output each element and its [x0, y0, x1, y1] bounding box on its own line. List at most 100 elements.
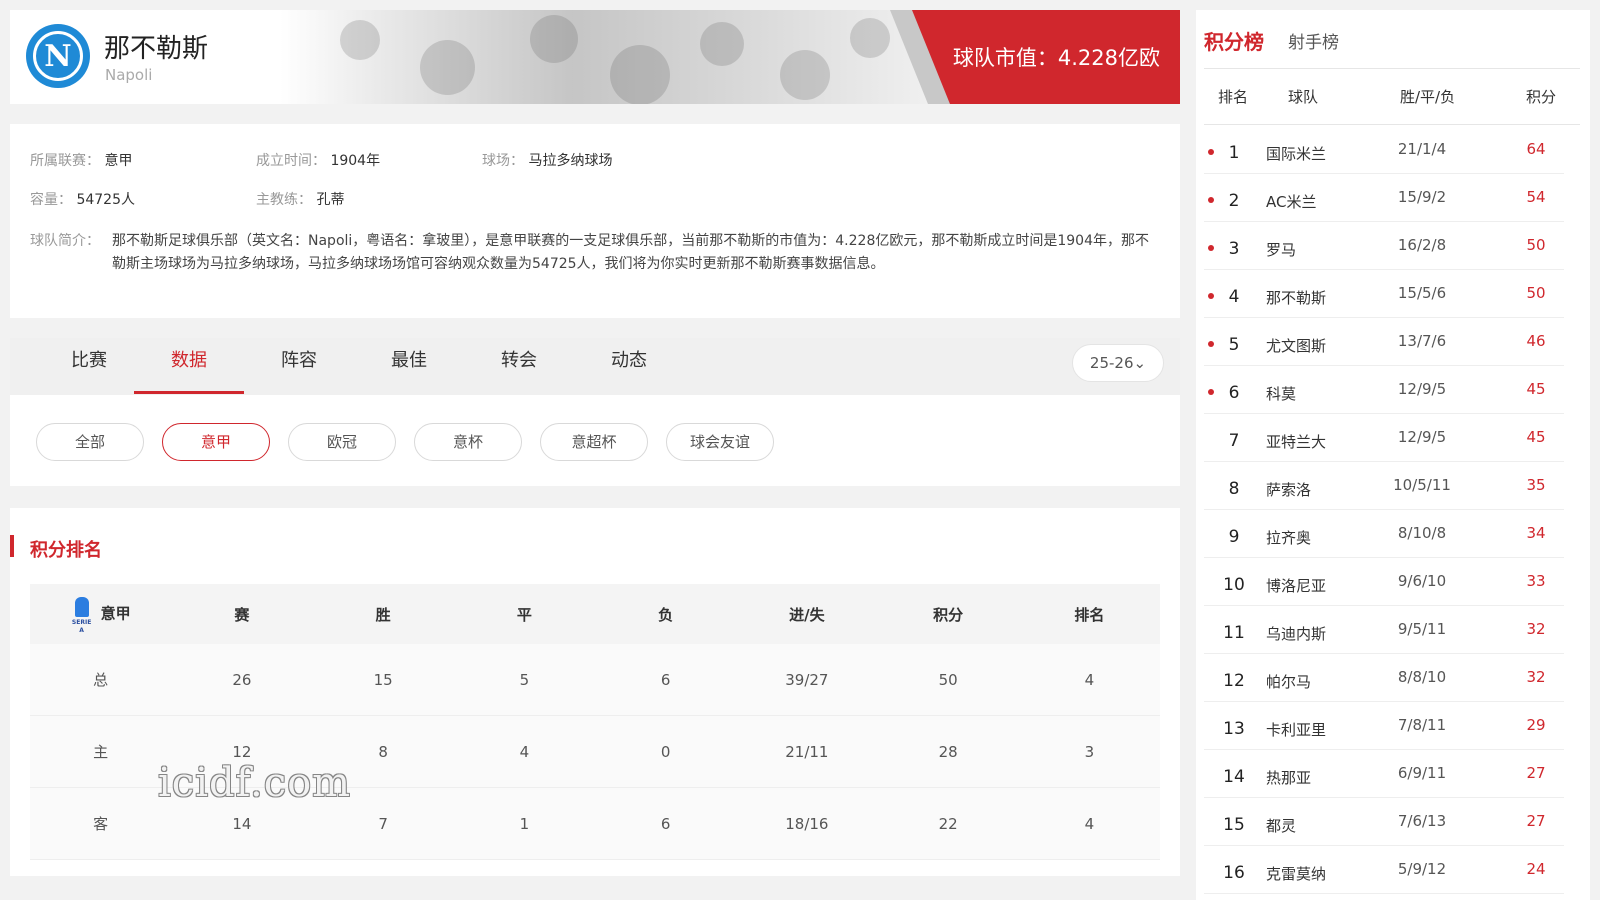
standings-wdl: 21/1/4: [1397, 140, 1447, 158]
table-row: 总 26 15 5 6 39/27 50 4: [30, 644, 1160, 716]
header-points: 积分: [933, 605, 964, 624]
table-cell: 8: [378, 742, 388, 761]
stadium-info: 球场： 马拉多纳球场: [482, 150, 612, 170]
standings-points: 33: [1526, 572, 1546, 590]
standings-points: 50: [1526, 236, 1546, 254]
tab-data[interactable]: 数据: [134, 338, 244, 395]
standings-team: 亚特兰大: [1266, 433, 1327, 451]
team-name: 那不勒斯: [104, 34, 209, 64]
standings-header-points: 积分: [1526, 88, 1557, 106]
standings-row[interactable]: 8 萨索洛 10/5/11 35: [1204, 462, 1564, 510]
header-league: 意甲: [100, 604, 131, 623]
standings-team: AC米兰: [1266, 193, 1317, 211]
league-standings-panel: 积分榜 射手榜 排名 球队 胜/平/负 积分 1 国际米兰 21/1/4 64 2 AC米…: [1196, 10, 1590, 900]
filter-ucl[interactable]: 欧冠: [288, 423, 396, 461]
stadium-label: 球场：: [482, 153, 524, 169]
table-cell: 0: [660, 742, 671, 761]
qualification-dot-icon: [1208, 389, 1214, 395]
header-losses: 负: [658, 605, 674, 624]
crowd-background-image: [280, 10, 930, 104]
standings-team: 帕尔马: [1266, 673, 1312, 691]
header-played: 赛: [234, 605, 250, 624]
standings-team: 国际米兰: [1266, 145, 1327, 163]
serie-a-logo-icon: SERIE A: [71, 597, 93, 634]
standings-row[interactable]: 9 拉齐奥 8/10/8 34: [1204, 510, 1564, 558]
tab-best[interactable]: 最佳: [354, 338, 464, 395]
standings-row[interactable]: 15 都灵 7/6/13 27: [1204, 798, 1564, 846]
standings-rank: 1: [1228, 143, 1240, 163]
qualification-dot-icon: [1208, 197, 1214, 203]
standings-team: 热那亚: [1266, 769, 1312, 787]
standings-wdl: 5/9/12: [1397, 860, 1447, 878]
coach-value: 孔蒂: [316, 192, 345, 208]
standings-row[interactable]: 10 博洛尼亚 9/6/10 33: [1204, 558, 1564, 606]
filter-supercoppa[interactable]: 意超杯: [540, 423, 648, 461]
standings-team: 那不勒斯: [1266, 289, 1327, 307]
standings-rank: 7: [1228, 431, 1240, 451]
tab-transfers[interactable]: 转会: [464, 338, 574, 395]
standings-rank: 9: [1228, 527, 1240, 547]
tab-squad[interactable]: 阵容: [244, 338, 354, 395]
coach-label: 主教练：: [256, 192, 312, 208]
standings-wdl: 16/2/8: [1397, 236, 1447, 254]
main-tab-bar: 比赛 数据 阵容 最佳 转会 动态 25-26⌄: [10, 338, 1180, 395]
standings-row[interactable]: 13 卡利亚里 7/8/11 29: [1204, 702, 1564, 750]
ranking-table-header: SERIE A 意甲 赛 胜 平 负 进/失 积分 排名: [30, 584, 1160, 644]
standings-row[interactable]: 4 那不勒斯 15/5/6 50: [1204, 270, 1564, 318]
table-cell: 18/16: [785, 814, 829, 833]
standings-wdl: 7/6/13: [1397, 812, 1447, 830]
season-select[interactable]: 25-26⌄: [1072, 344, 1164, 382]
league-info: 所属联赛： 意甲: [30, 150, 132, 170]
table-cell: 12: [232, 742, 252, 761]
standings-row[interactable]: 6 科莫 12/9/5 45: [1204, 366, 1564, 414]
standings-row[interactable]: 14 热那亚 6/9/11 27: [1204, 750, 1564, 798]
table-cell: 6: [660, 814, 671, 833]
standings-wdl: 10/5/11: [1393, 476, 1451, 494]
qualification-dot-icon: [1208, 245, 1214, 251]
founded-value: 1904年: [330, 153, 381, 169]
standings-header-team: 球队: [1288, 88, 1319, 106]
ranking-table: SERIE A 意甲 赛 胜 平 负 进/失 积分 排名 总 26 15 5 6…: [30, 584, 1160, 860]
ranking-title: 积分排名: [30, 540, 102, 561]
standings-row[interactable]: 3 罗马 16/2/8 50: [1204, 222, 1564, 270]
founded-info: 成立时间： 1904年: [256, 150, 380, 170]
standings-rank: 4: [1228, 287, 1240, 307]
tab-news[interactable]: 动态: [574, 338, 684, 395]
table-cell: 28: [938, 742, 958, 761]
tab-top-scorers[interactable]: 射手榜: [1288, 28, 1339, 53]
standings-points: 45: [1526, 428, 1546, 446]
filter-friendly[interactable]: 球会友谊: [666, 423, 774, 461]
standings-row[interactable]: 11 乌迪内斯 9/5/11 32: [1204, 606, 1564, 654]
standings-points: 46: [1526, 332, 1546, 350]
tab-points-table[interactable]: 积分榜: [1204, 26, 1264, 55]
filter-serie-a[interactable]: 意甲: [162, 423, 270, 461]
standings-row[interactable]: 2 AC米兰 15/9/2 54: [1204, 174, 1564, 222]
standings-wdl: 7/8/11: [1397, 716, 1447, 734]
tab-matches[interactable]: 比赛: [34, 338, 144, 395]
table-cell: 4: [1084, 670, 1095, 689]
standings-row[interactable]: 7 亚特兰大 12/9/5 45: [1204, 414, 1564, 462]
standings-rank: 10: [1223, 575, 1245, 595]
league-value: 意甲: [104, 153, 133, 169]
table-cell: 4: [519, 742, 530, 761]
table-cell: 主: [93, 743, 109, 761]
divider: [1204, 68, 1580, 69]
market-value: 球队市值：4.228亿欧: [952, 46, 1160, 70]
standings-row[interactable]: 12 帕尔马 8/8/10 32: [1204, 654, 1564, 702]
header-wins: 胜: [375, 605, 391, 624]
standings-rank: 8: [1228, 479, 1240, 499]
standings-wdl: 12/9/5: [1397, 428, 1447, 446]
standings-row[interactable]: 1 国际米兰 21/1/4 64: [1204, 126, 1564, 174]
standings-team: 萨索洛: [1266, 481, 1312, 499]
standings-points: 35: [1526, 476, 1546, 494]
standings-wdl: 8/8/10: [1397, 668, 1447, 686]
standings-row[interactable]: 5 尤文图斯 13/7/6 46: [1204, 318, 1564, 366]
standings-rank: 12: [1223, 671, 1245, 691]
standings-header-rank: 排名: [1218, 88, 1249, 106]
league-label: 所属联赛：: [30, 153, 100, 169]
team-name-english: Napoli: [105, 66, 153, 84]
standings-points: 24: [1526, 860, 1546, 878]
filter-all[interactable]: 全部: [36, 423, 144, 461]
filter-coppa-italia[interactable]: 意杯: [414, 423, 522, 461]
standings-row[interactable]: 16 克雷莫纳 5/9/12 24: [1204, 846, 1564, 894]
